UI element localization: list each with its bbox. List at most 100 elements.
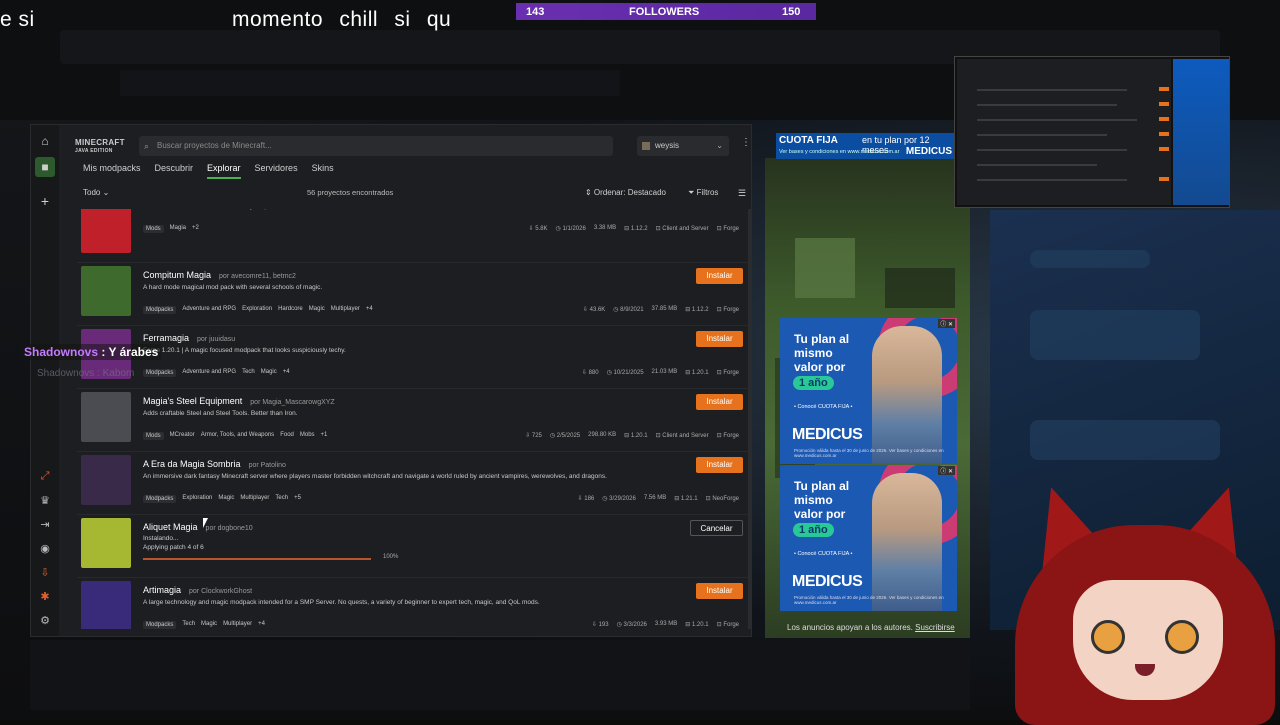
tag[interactable]: Mobs <box>300 432 315 440</box>
ad-photo <box>872 326 942 464</box>
tag[interactable]: Modpacks <box>143 369 176 377</box>
project-author[interactable]: por dogbone10 <box>206 525 253 532</box>
tag[interactable]: Hardcore <box>278 306 303 314</box>
tag[interactable]: Multiplayer <box>240 495 269 503</box>
tag[interactable]: Magic <box>309 306 325 314</box>
project-thumbnail[interactable] <box>81 266 131 316</box>
project-thumbnail[interactable] <box>81 581 131 629</box>
tag[interactable]: Exploration <box>242 306 272 314</box>
pickaxe-icon[interactable]: ⤢ <box>35 466 55 486</box>
filters-button[interactable]: ⏷ Filtros <box>688 188 718 198</box>
project-name[interactable]: Aliquet Magia por dogbone10 <box>143 522 253 532</box>
ad-card[interactable]: Tu plan al mismo valor por 1 año • Conoc… <box>780 318 957 464</box>
project-thumbnail[interactable] <box>81 455 131 505</box>
tab-servidores[interactable]: Servidores <box>255 163 298 179</box>
tag[interactable]: +1 <box>321 432 328 440</box>
tag[interactable]: Mods <box>143 225 164 233</box>
project-author[interactable]: por Magia_MascarowgXYZ <box>250 399 334 406</box>
tag[interactable]: +4 <box>283 369 290 377</box>
project-thumbnail[interactable] <box>81 209 131 253</box>
tag[interactable]: Tech <box>182 621 195 629</box>
install-button[interactable]: Instalar <box>696 394 743 410</box>
project-title[interactable]: Magia's Steel Equipment <box>143 396 242 406</box>
tag[interactable]: Multiplayer <box>331 306 360 314</box>
install-button[interactable]: Instalar <box>696 331 743 347</box>
ad-info-close-icon[interactable]: ⓘ ✕ <box>938 466 955 475</box>
subscribe-link[interactable]: Suscribirse <box>915 623 955 632</box>
sort-dropdown[interactable]: ⇕ Ordenar: Destacado <box>585 188 666 197</box>
settings-gear-icon[interactable]: ⚙ <box>35 610 55 630</box>
tag[interactable]: +2 <box>192 225 199 233</box>
project-thumbnail[interactable] <box>81 392 131 442</box>
add-icon[interactable]: + <box>35 191 55 211</box>
project-name[interactable]: Ferramagia por juuidasu <box>143 333 235 343</box>
tag[interactable]: Magic <box>218 495 234 503</box>
crown-icon[interactable]: ♛ <box>35 490 55 510</box>
tag[interactable]: Food <box>280 432 294 440</box>
search-input[interactable]: ⌕ Buscar proyectos de Minecraft... <box>139 136 613 156</box>
ad-card[interactable]: Tu plan al mismo valor por 1 año • Conoc… <box>780 465 957 611</box>
tag[interactable]: Tech <box>275 495 288 503</box>
list-view-icon[interactable]: ☰ <box>738 188 746 199</box>
install-button[interactable]: Instalar <box>696 268 743 284</box>
tag[interactable]: Adventure and RPG <box>182 306 236 314</box>
project-title[interactable]: Artimagia <box>143 585 181 595</box>
login-icon[interactable]: ⇥ <box>35 514 55 534</box>
tab-descubrir[interactable]: Descubrir <box>155 163 194 179</box>
tag[interactable]: Magic <box>201 621 217 629</box>
project-list: Make deals with demons to increase your … <box>77 209 749 629</box>
install-button[interactable]: Instalar <box>696 457 743 473</box>
tag[interactable]: Mods <box>143 432 164 440</box>
tag[interactable]: MCreator <box>170 432 195 440</box>
project-title[interactable]: Ferramagia <box>143 333 189 343</box>
tag[interactable]: Adventure and RPG <box>182 369 236 377</box>
project-title[interactable]: Compitum Magia <box>143 270 211 280</box>
tab-explorar[interactable]: Explorar <box>207 163 241 179</box>
news-icon[interactable]: ✱ <box>35 586 55 606</box>
tag[interactable]: Modpacks <box>143 495 176 503</box>
tag[interactable]: +4 <box>366 306 373 314</box>
project-author[interactable]: por avecomre11, betmc2 <box>219 273 296 280</box>
project-thumbnail[interactable] <box>81 518 131 568</box>
account-selector[interactable]: weysis ⌄ <box>637 136 729 156</box>
minecraft-block-icon[interactable]: ■ <box>35 157 55 177</box>
more-menu-icon[interactable]: ⋮ <box>741 137 751 148</box>
tag[interactable]: +5 <box>294 495 301 503</box>
list-item[interactable]: Ferramagiapor juuidasuForge 1.20.1 | A m… <box>77 327 749 389</box>
project-author[interactable]: por juuidasu <box>197 336 235 343</box>
project-author[interactable]: por ClockworkGhost <box>189 588 252 595</box>
list-item[interactable]: Aliquet Magiapor dogbone10Instalando...A… <box>77 516 749 578</box>
tag[interactable]: Exploration <box>182 495 212 503</box>
install-button[interactable]: Instalar <box>696 583 743 599</box>
tab-skins[interactable]: Skins <box>312 163 334 179</box>
tag[interactable]: Magia <box>170 225 186 233</box>
tab-mis-modpacks[interactable]: Mis modpacks <box>83 163 141 179</box>
tag[interactable]: Magic <box>261 369 277 377</box>
scrollbar[interactable] <box>748 209 751 629</box>
project-author[interactable]: por Patolino <box>249 462 286 469</box>
list-item[interactable]: A Era da Magia Sombriapor PatolinoAn imm… <box>77 453 749 515</box>
project-name[interactable]: Magia's Steel Equipment por Magia_Mascaro… <box>143 396 335 406</box>
downloads-icon[interactable]: ⇩ <box>35 562 55 582</box>
project-name[interactable]: Artimagia por ClockworkGhost <box>143 585 252 595</box>
ad-banner-top[interactable]: CUOTA FIJA en tu plan por 12 meses Ver b… <box>776 133 954 159</box>
ad-info-close-icon[interactable]: ⓘ ✕ <box>938 319 955 328</box>
tag[interactable]: Modpacks <box>143 306 176 314</box>
discord-icon[interactable]: ◉ <box>35 538 55 558</box>
project-name[interactable]: Compitum Magia por avecomre11, betmc2 <box>143 270 296 280</box>
list-item[interactable]: Magia's Steel Equipment por Magia_Mascaro… <box>77 390 749 452</box>
tag[interactable]: Tech <box>242 369 255 377</box>
tag[interactable]: Armor, Tools, and Weapons <box>201 432 275 440</box>
tag[interactable]: Multiplayer <box>223 621 252 629</box>
category-dropdown[interactable]: Todo ⌄ <box>83 188 109 197</box>
list-item[interactable]: Make deals with demons to increase your … <box>77 209 749 263</box>
list-item[interactable]: Compitum Magiapor avecomre11, betmc2A ha… <box>77 264 749 326</box>
list-item[interactable]: Artimagiapor ClockworkGhostA large techn… <box>77 579 749 629</box>
tag[interactable]: Modpacks <box>143 621 176 629</box>
project-title[interactable]: Aliquet Magia <box>143 522 198 532</box>
home-icon[interactable]: ⌂ <box>35 131 55 151</box>
cancel-button[interactable]: Cancelar <box>690 520 743 536</box>
tag[interactable]: +4 <box>258 621 265 629</box>
project-name[interactable]: A Era da Magia Sombria por Patolino <box>143 459 286 469</box>
project-title[interactable]: A Era da Magia Sombria <box>143 459 241 469</box>
